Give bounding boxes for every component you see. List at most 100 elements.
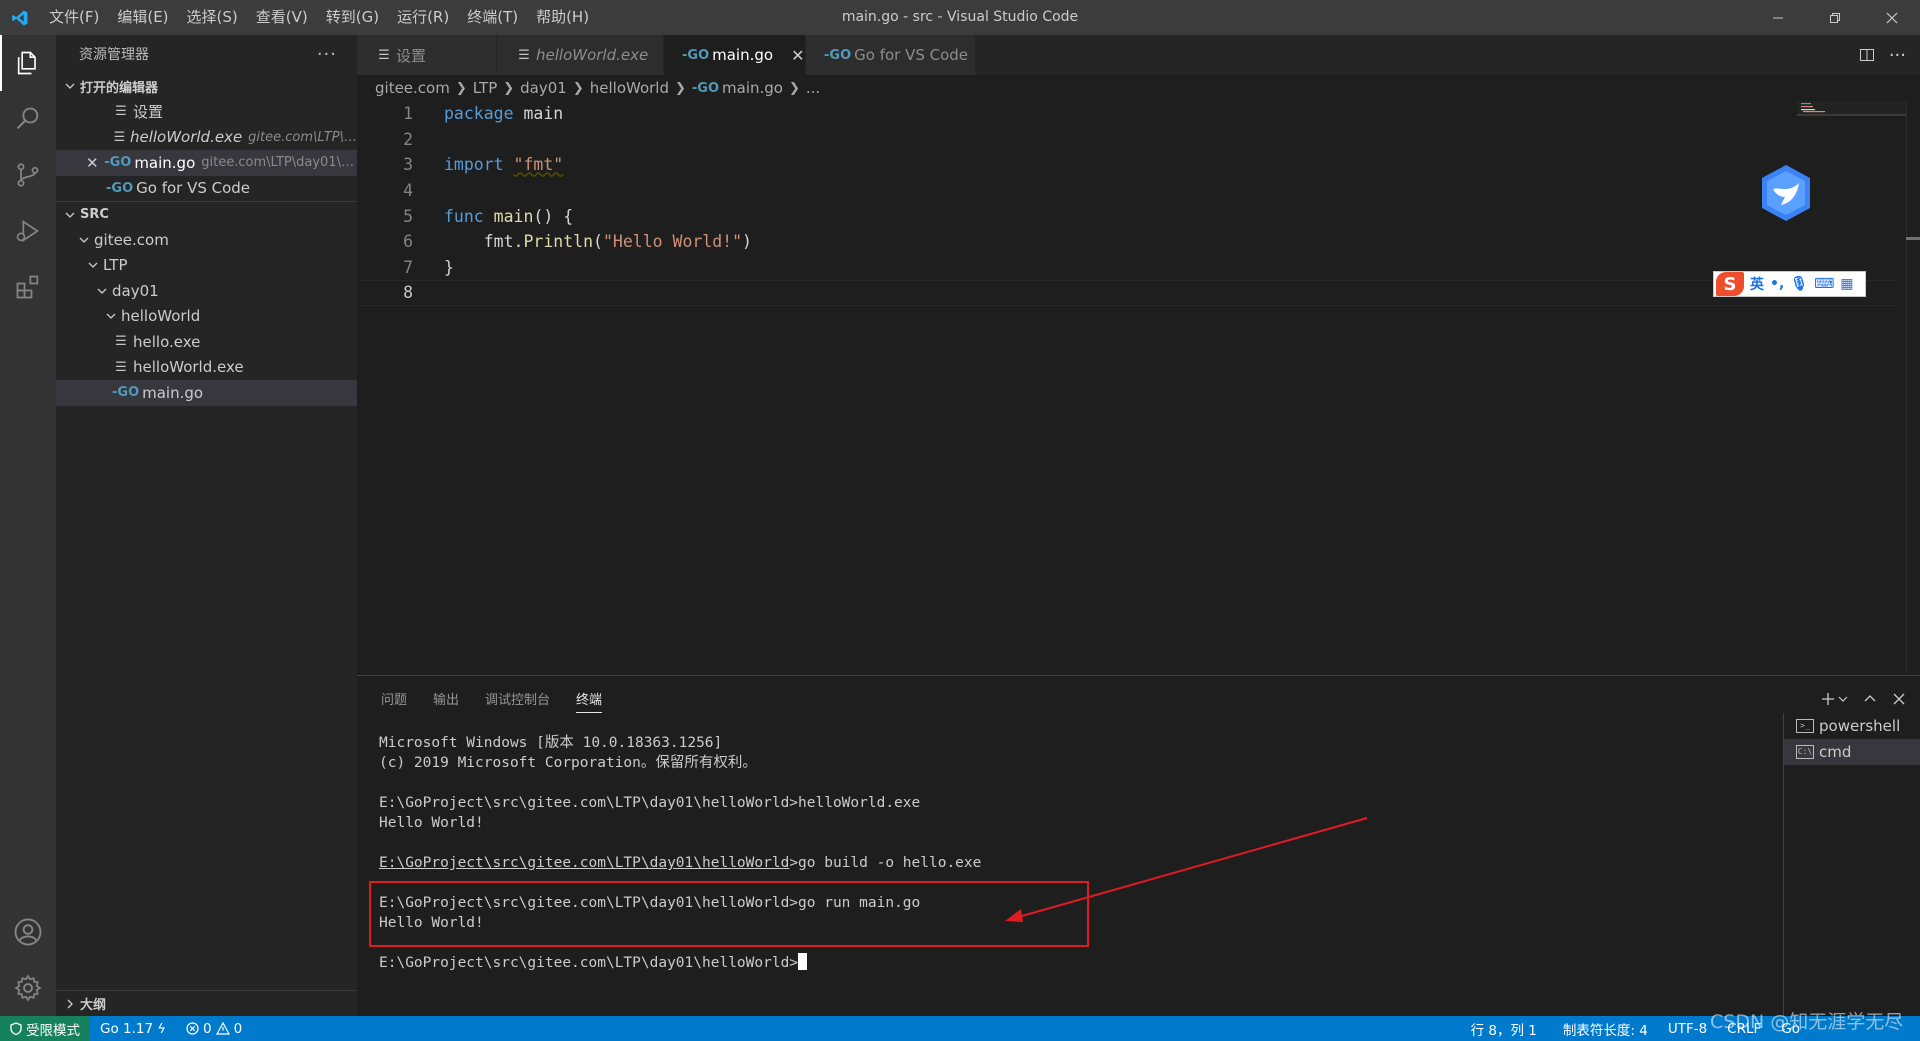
accounts-activity-button[interactable] [0, 904, 56, 960]
breadcrumb-item[interactable]: ... [806, 79, 820, 97]
open-editor-item[interactable]: -GO Go for VS Code [56, 176, 357, 202]
status-bar: 受限模式 Go 1.17 ϟ 0 0 行 8，列 1 制表符长度: 4 UTF-… [0, 1016, 1920, 1041]
breadcrumb-item[interactable]: day01 [520, 79, 567, 97]
tab-debug-console[interactable]: 调试控制台 [485, 676, 550, 721]
go-version-item[interactable]: Go 1.17 ϟ [90, 1016, 176, 1041]
menu-run[interactable]: 运行(R) [388, 0, 458, 35]
editor-tabs: ☰ 设置 ☰ helloWorld.exe -GO main.go ✕ -GO … [357, 35, 1920, 75]
tree-folder[interactable]: LTP [56, 253, 357, 279]
menu-help[interactable]: 帮助(H) [527, 0, 598, 35]
open-editor-item[interactable]: ☰ helloWorld.exe gitee.com\LTP\day... [56, 125, 357, 151]
breadcrumb-item[interactable]: gitee.com [375, 79, 450, 97]
cursor-position-item[interactable]: 行 8，列 1 [1461, 1016, 1553, 1041]
floating-bird-assistant-icon[interactable] [1759, 163, 1813, 223]
chevron-down-icon [1838, 696, 1848, 702]
menu-terminal[interactable]: 终端(T) [458, 0, 527, 35]
menu-go[interactable]: 转到(G) [317, 0, 388, 35]
close-tab-icon[interactable]: ✕ [791, 46, 804, 65]
restore-button[interactable] [1806, 0, 1863, 35]
tree-item-label: helloWorld.exe [133, 358, 244, 377]
manage-activity-button[interactable] [0, 960, 56, 1016]
error-count: 0 [202, 1020, 212, 1037]
menu-file[interactable]: 文件(F) [40, 0, 108, 35]
tree-file[interactable]: ☰ hello.exe [56, 329, 357, 355]
maximize-panel-icon[interactable] [1862, 691, 1878, 707]
close-panel-icon[interactable] [1892, 692, 1906, 706]
problems-item[interactable]: 0 0 [176, 1016, 252, 1041]
more-actions-icon[interactable]: ··· [317, 44, 337, 65]
explorer-activity-button[interactable] [0, 35, 56, 91]
encoding-item[interactable]: UTF-8 [1658, 1016, 1717, 1041]
menu-selection[interactable]: 选择(S) [178, 0, 247, 35]
keyboard-icon[interactable]: ⌨ [1814, 276, 1834, 292]
punctuation-icon[interactable]: •, [1770, 276, 1784, 292]
terminal-item-powershell[interactable]: >_ powershell [1784, 713, 1920, 739]
folder-label: SRC [80, 207, 109, 222]
menu-view[interactable]: 查看(V) [247, 0, 317, 35]
grid-menu-icon[interactable]: ▦ [1840, 276, 1853, 292]
terminal-link[interactable]: E:\GoProject\src\gitee.com\LTP\day01\hel… [379, 855, 789, 871]
open-editor-path: gitee.com\LTP\day... [248, 129, 357, 145]
minimap[interactable] [1797, 101, 1907, 121]
search-activity-button[interactable] [0, 91, 56, 147]
line-number: 3 [403, 155, 413, 175]
tree-folder[interactable]: gitee.com [56, 227, 357, 253]
tab-size-item[interactable]: 制表符长度: 4 [1553, 1016, 1658, 1041]
tab-main-go[interactable]: -GO main.go ✕ [664, 35, 806, 75]
shield-icon [10, 1022, 22, 1035]
breadcrumb-item[interactable]: main.go [722, 79, 783, 97]
code-editor[interactable]: 1 package main 2 3 import "fmt" 4 5 func… [357, 101, 1920, 675]
open-editor-item[interactable]: ✕ -GO main.go gitee.com\LTP\day01\hell..… [56, 150, 357, 176]
source-control-activity-button[interactable] [0, 147, 56, 203]
terminal-item-cmd[interactable]: C:\ cmd [1784, 739, 1920, 765]
outline-section[interactable]: 大纲 [56, 990, 357, 1016]
tab-settings[interactable]: ☰ 设置 [357, 35, 497, 75]
run-debug-icon [16, 220, 39, 242]
breadcrumb-item[interactable]: LTP [473, 79, 498, 97]
tab-problems[interactable]: 问题 [381, 676, 407, 721]
open-editor-item[interactable]: ☰ 设置 [56, 99, 357, 125]
chevron-down-icon [94, 283, 110, 299]
tree-file[interactable]: ☰ helloWorld.exe [56, 355, 357, 381]
menu-bar: 文件(F) 编辑(E) 选择(S) 查看(V) 转到(G) 运行(R) 终端(T… [40, 0, 598, 35]
run-debug-activity-button[interactable] [0, 203, 56, 259]
go-file-icon: -GO [106, 180, 134, 196]
code-line-current: 8 [357, 280, 1897, 306]
close-editor-icon[interactable]: ✕ [86, 154, 100, 172]
editor-scrollbar[interactable] [1906, 101, 1920, 675]
chevron-right-icon: ❯ [674, 80, 686, 96]
ime-language[interactable]: 英 [1750, 274, 1764, 294]
tab-go-for-vscode[interactable]: -GO Go for VS Code [806, 35, 976, 75]
sogou-logo-icon: S [1716, 272, 1744, 296]
extensions-activity-button[interactable] [0, 259, 56, 315]
terminal-line: Hello World! [379, 815, 484, 831]
code-line: 1 package main [357, 101, 1897, 127]
tree-file[interactable]: -GO main.go [56, 380, 357, 406]
chevron-down-icon [85, 257, 101, 273]
line-number: 6 [403, 232, 413, 252]
status-bar-left: 受限模式 Go 1.17 ϟ 0 0 [0, 1016, 252, 1041]
ime-toolbar[interactable]: S 英 •, 🎙 ⌨ ▦ [1713, 271, 1866, 297]
restore-icon [1829, 12, 1840, 23]
microphone-icon[interactable]: 🎙 [1790, 276, 1808, 292]
tree-folder[interactable]: day01 [56, 278, 357, 304]
scrollbar-marker [1906, 237, 1920, 240]
split-editor-icon[interactable] [1859, 47, 1875, 63]
folder-section[interactable]: SRC [56, 201, 357, 227]
breadcrumb-item[interactable]: helloWorld [590, 79, 669, 97]
more-actions-icon[interactable]: ··· [1889, 45, 1906, 66]
minimize-button[interactable] [1749, 0, 1806, 35]
tab-terminal[interactable]: 终端 [576, 676, 603, 721]
tab-output[interactable]: 输出 [433, 676, 459, 721]
new-terminal-button[interactable] [1820, 691, 1848, 707]
vscode-logo-icon [0, 0, 40, 35]
extensions-icon [16, 275, 39, 299]
tab-helloworld-exe[interactable]: ☰ helloWorld.exe [497, 35, 664, 75]
code-line: 6 fmt.Println("Hello World!") [357, 229, 1897, 255]
menu-edit[interactable]: 编辑(E) [108, 0, 177, 35]
restricted-mode-item[interactable]: 受限模式 [0, 1016, 90, 1041]
tree-folder[interactable]: helloWorld [56, 304, 357, 330]
close-window-button[interactable] [1863, 0, 1920, 35]
open-editors-section[interactable]: 打开的编辑器 [56, 73, 357, 99]
